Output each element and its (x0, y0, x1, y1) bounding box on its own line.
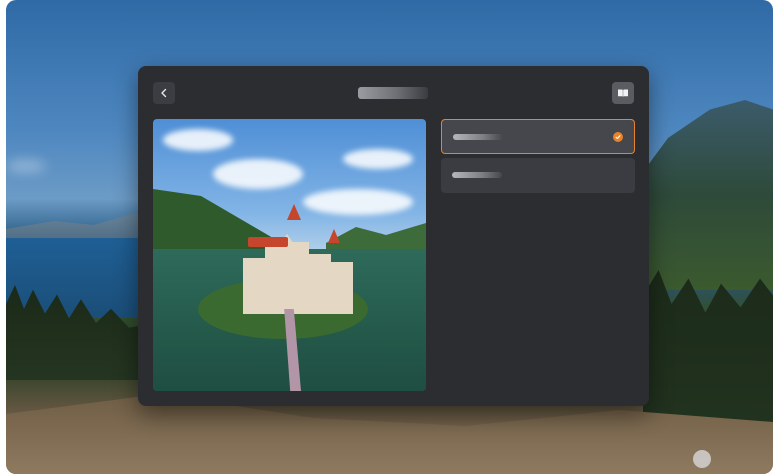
back-button[interactable] (153, 82, 175, 104)
preview-castle-spire (328, 229, 340, 243)
option-label-bar (452, 172, 502, 178)
assistant-icon[interactable] (693, 450, 711, 468)
preview-cloud (303, 189, 413, 215)
wallpaper-mountains-right (633, 100, 773, 290)
wallpaper-preview-image (153, 119, 426, 391)
wallpaper-option-1[interactable] (441, 119, 635, 154)
guide-button[interactable] (612, 82, 634, 104)
wallpaper-option-2[interactable] (441, 158, 635, 193)
check-circle-icon (613, 132, 623, 142)
preview-cloud (213, 159, 303, 189)
preview-cloud (343, 149, 413, 169)
chevron-left-icon (161, 88, 167, 98)
preview-cloud (163, 129, 233, 151)
wallpaper-cloud (6, 160, 46, 172)
open-book-icon (618, 89, 628, 97)
dialog-title (358, 87, 428, 99)
preview-castle-roof (248, 237, 288, 247)
wallpaper-picker-dialog (138, 66, 649, 406)
option-label-bar (453, 134, 503, 140)
preview-castle-spire (287, 204, 301, 220)
